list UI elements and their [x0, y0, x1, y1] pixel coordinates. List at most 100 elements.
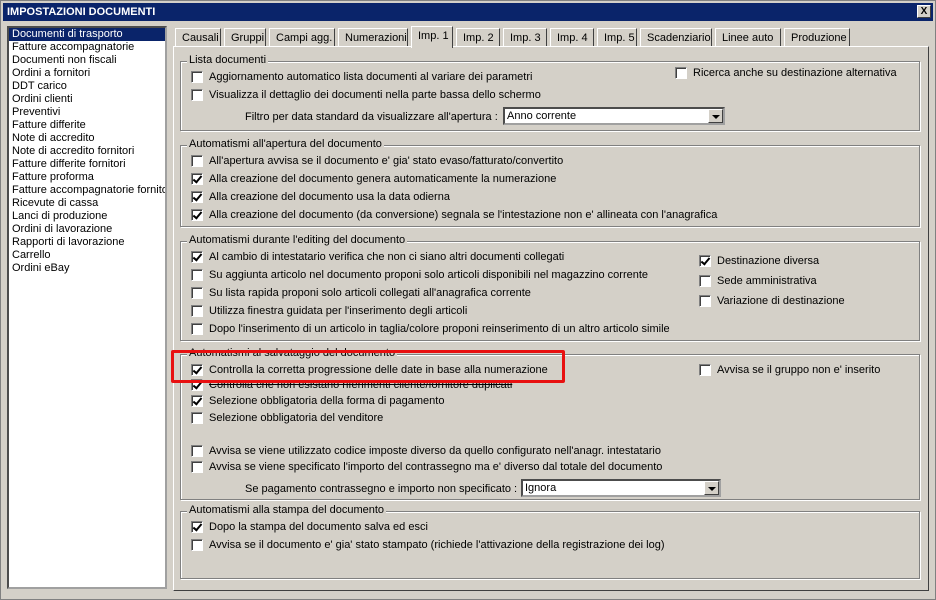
- checkbox-box[interactable]: [699, 295, 711, 307]
- checkbox-box[interactable]: [675, 67, 687, 79]
- checkbox-label: Utilizza finestra guidata per l'inserime…: [209, 305, 468, 317]
- group-automatismi-salvataggio: Automatismi al salvataggio del documento…: [180, 347, 920, 500]
- checkbox-box[interactable]: [191, 461, 203, 473]
- contrassegno-select[interactable]: Ignora: [521, 479, 721, 497]
- list-item[interactable]: DDT carico: [9, 80, 165, 93]
- checkbox-box[interactable]: [191, 269, 203, 281]
- group-title: Automatismi durante l'editing del docume…: [187, 234, 408, 246]
- group-lista-documenti: Lista documenti Aggiornamento automatico…: [180, 54, 920, 131]
- checkbox-box[interactable]: [191, 191, 203, 203]
- tab-campi-agg[interactable]: Campi agg.: [269, 28, 335, 47]
- checkbox-label: All'apertura avvisa se il documento e' g…: [209, 155, 564, 167]
- list-item[interactable]: Fatture differite fornitori: [9, 158, 165, 171]
- checkbox-label: Dopo la stampa del documento salva ed es…: [209, 521, 428, 533]
- tab-linee-auto[interactable]: Linee auto: [715, 28, 781, 47]
- checkbox-box[interactable]: [191, 89, 203, 101]
- checkbox-box[interactable]: [191, 379, 203, 391]
- checkbox-label: Alla creazione del documento usa la data…: [209, 191, 450, 203]
- list-item[interactable]: Fatture accompagnatorie: [9, 41, 165, 54]
- list-item[interactable]: Rapporti di lavorazione: [9, 236, 165, 249]
- checkbox-box[interactable]: [191, 364, 203, 376]
- list-item[interactable]: Documenti non fiscali: [9, 54, 165, 67]
- checkbox-box[interactable]: [191, 287, 203, 299]
- tab-imp-2[interactable]: Imp. 2: [456, 28, 500, 47]
- checkbox-box[interactable]: [191, 412, 203, 424]
- checkbox-label: Visualizza il dettaglio dei documenti ne…: [209, 89, 541, 101]
- list-item[interactable]: Documenti di trasporto: [9, 28, 165, 41]
- group-automatismi-apertura: Automatismi all'apertura del documento A…: [180, 138, 920, 227]
- chevron-down-icon[interactable]: [704, 481, 719, 495]
- checkbox-label: Variazione di destinazione: [717, 295, 845, 307]
- contrassegno-value: Ignora: [525, 482, 557, 494]
- list-item[interactable]: Fatture proforma: [9, 171, 165, 184]
- tab-imp-5[interactable]: Imp. 5: [597, 28, 637, 47]
- window-title: IMPOSTAZIONI DOCUMENTI: [7, 6, 156, 18]
- checkbox-label: Alla creazione del documento genera auto…: [209, 173, 557, 185]
- tab-produzione[interactable]: Produzione: [784, 28, 850, 47]
- checkbox-label: Controlla che non esistano riferimenti c…: [209, 379, 513, 391]
- checkbox-label: Dopo l'inserimento di un articolo in tag…: [209, 323, 670, 335]
- tab-gruppi[interactable]: Gruppi: [224, 28, 266, 47]
- checkbox-label: Alla creazione del documento (da convers…: [209, 209, 718, 221]
- tab-scadenziario[interactable]: Scadenziario: [640, 28, 712, 47]
- checkbox-label: Selezione obbligatoria del venditore: [209, 412, 384, 424]
- checkbox-label: Sede amministrativa: [717, 275, 817, 287]
- group-title: Automatismi al salvataggio del documento: [187, 347, 398, 359]
- checkbox-box[interactable]: [191, 209, 203, 221]
- checkbox-box[interactable]: [699, 255, 711, 267]
- list-item[interactable]: Ordini clienti: [9, 93, 165, 106]
- checkbox-label: Ricerca anche su destinazione alternativ…: [693, 67, 897, 79]
- contrassegno-label: Se pagamento contrassegno e importo non …: [245, 483, 518, 495]
- checkbox-label: Su aggiunta articolo nel documento propo…: [209, 269, 649, 281]
- document-type-list[interactable]: Documenti di trasporto Fatture accompagna…: [7, 26, 167, 589]
- checkbox-box[interactable]: [191, 445, 203, 457]
- list-item[interactable]: Note di accredito: [9, 132, 165, 145]
- tab-numerazioni[interactable]: Numerazioni: [338, 28, 408, 47]
- title-bar: IMPOSTAZIONI DOCUMENTI X: [3, 3, 933, 21]
- tab-imp-4[interactable]: Imp. 4: [550, 28, 594, 47]
- tab-causali[interactable]: Causali: [175, 28, 221, 47]
- filtro-data-select[interactable]: Anno corrente: [503, 107, 725, 125]
- settings-window: IMPOSTAZIONI DOCUMENTI X Documenti di tr…: [0, 0, 936, 600]
- checkbox-label: Avvisa se viene specificato l'importo de…: [209, 461, 663, 473]
- tab-imp-1[interactable]: Imp. 1: [411, 26, 453, 48]
- checkbox-label: Aggiornamento automatico lista documenti…: [209, 71, 533, 83]
- checkbox-box[interactable]: [191, 71, 203, 83]
- list-item[interactable]: Lanci di produzione: [9, 210, 165, 223]
- tab-panel-imp1: Lista documenti Aggiornamento automatico…: [173, 46, 929, 591]
- checkbox-label: Avvisa se viene utilizzato codice impost…: [209, 445, 661, 457]
- list-item[interactable]: Ricevute di cassa: [9, 197, 165, 210]
- checkbox-box[interactable]: [191, 305, 203, 317]
- group-automatismi-editing: Automatismi durante l'editing del docume…: [180, 234, 920, 341]
- list-item[interactable]: Ordini a fornitori: [9, 67, 165, 80]
- filtro-data-label: Filtro per data standard da visualizzare…: [245, 111, 498, 123]
- group-title: Automatismi alla stampa del documento: [187, 504, 387, 516]
- list-item[interactable]: Carrello: [9, 249, 165, 262]
- tab-imp-3[interactable]: Imp. 3: [503, 28, 547, 47]
- list-item[interactable]: Fatture accompagnatorie fornito: [9, 184, 165, 197]
- group-title: Lista documenti: [187, 54, 269, 66]
- group-automatismi-stampa: Automatismi alla stampa del documento Do…: [180, 504, 920, 579]
- checkbox-label: Avvisa se il documento e' gia' stato sta…: [209, 539, 665, 551]
- checkbox-box[interactable]: [191, 173, 203, 185]
- checkbox-box[interactable]: [191, 155, 203, 167]
- checkbox-label: Avvisa se il gruppo non e' inserito: [717, 364, 881, 376]
- checkbox-box[interactable]: [191, 539, 203, 551]
- checkbox-box[interactable]: [191, 251, 203, 263]
- close-icon[interactable]: X: [917, 5, 931, 18]
- checkbox-box[interactable]: [699, 364, 711, 376]
- checkbox-box[interactable]: [191, 323, 203, 335]
- chevron-down-icon[interactable]: [708, 109, 723, 123]
- list-item[interactable]: Fatture differite: [9, 119, 165, 132]
- list-item[interactable]: Ordini eBay: [9, 262, 165, 275]
- checkbox-box[interactable]: [699, 275, 711, 287]
- checkbox-label: Su lista rapida proponi solo articoli co…: [209, 287, 531, 299]
- list-item[interactable]: Note di accredito fornitori: [9, 145, 165, 158]
- list-item[interactable]: Preventivi: [9, 106, 165, 119]
- group-title: Automatismi all'apertura del documento: [187, 138, 384, 150]
- checkbox-box[interactable]: [191, 521, 203, 533]
- checkbox-label: Selezione obbligatoria della forma di pa…: [209, 395, 445, 407]
- list-item[interactable]: Ordini di lavorazione: [9, 223, 165, 236]
- checkbox-label: Destinazione diversa: [717, 255, 820, 267]
- checkbox-box[interactable]: [191, 395, 203, 407]
